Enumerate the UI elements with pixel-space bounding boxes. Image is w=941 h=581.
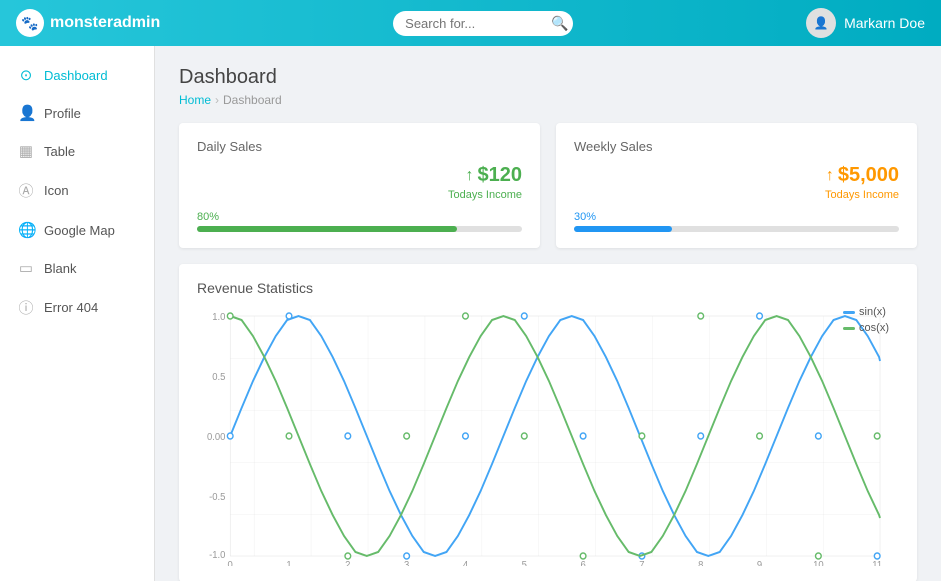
sidebar-label-blank: Blank [44, 261, 77, 276]
daily-sales-progress-bg [197, 226, 522, 232]
svg-text:-0.5: -0.5 [209, 492, 225, 503]
sidebar-item-icon[interactable]: Ⓐ Icon [0, 170, 154, 211]
weekly-sales-progress-bg [574, 226, 899, 232]
legend-cos: cos(x) [843, 322, 889, 334]
breadcrumb-sep: › [215, 93, 219, 107]
daily-sales-card: Daily Sales ↑ $120 Todays Income 80% [179, 123, 540, 248]
svg-text:1.0: 1.0 [212, 312, 226, 323]
weekly-sales-value-row: ↑ $5,000 [574, 164, 899, 187]
sidebar-label-table: Table [44, 144, 75, 159]
sidebar-item-dashboard[interactable]: ⊙ Dashboard [0, 56, 154, 94]
legend-sin-label: sin(x) [859, 306, 886, 318]
daily-sales-value-row: ↑ $120 [197, 164, 522, 187]
brand-name: monsteradmin [50, 14, 160, 32]
svg-text:7: 7 [639, 560, 644, 566]
error-icon: ⓘ [18, 297, 34, 318]
avatar: 👤 [806, 8, 836, 38]
table-icon: ▦ [18, 142, 34, 160]
svg-text:11: 11 [872, 560, 882, 566]
weekly-sales-title: Weekly Sales [574, 139, 899, 154]
sidebar-item-table[interactable]: ▦ Table [0, 132, 154, 170]
daily-sales-value: $120 [478, 164, 523, 187]
sidebar-item-profile[interactable]: 👤 Profile [0, 94, 154, 132]
sidebar-label-dashboard: Dashboard [44, 68, 108, 83]
profile-icon: 👤 [18, 104, 34, 122]
svg-text:6: 6 [580, 560, 585, 566]
sidebar-item-error404[interactable]: ⓘ Error 404 [0, 287, 154, 328]
page-title: Dashboard [179, 66, 917, 89]
dashboard-icon: ⊙ [18, 66, 34, 84]
weekly-sales-value: $5,000 [838, 164, 899, 187]
svg-text:1: 1 [286, 560, 291, 566]
legend-sin-color [843, 311, 855, 314]
svg-text:5: 5 [522, 560, 527, 566]
cards-row: Daily Sales ↑ $120 Todays Income 80% Wee… [179, 123, 917, 248]
chart-card: Revenue Statistics sin(x) cos(x) [179, 264, 917, 581]
weekly-sales-progress-fill [574, 226, 672, 232]
svg-text:0.5: 0.5 [212, 372, 225, 383]
daily-sales-title: Daily Sales [197, 139, 522, 154]
chart-legend: sin(x) cos(x) [843, 306, 889, 334]
svg-text:8: 8 [698, 560, 703, 566]
breadcrumb-home[interactable]: Home [179, 93, 211, 107]
user-area: 👤 Markarn Doe [806, 8, 925, 38]
svg-text:0: 0 [228, 560, 234, 566]
daily-sales-sub: Todays Income [197, 189, 522, 201]
main-layout: ⊙ Dashboard 👤 Profile ▦ Table Ⓐ Icon 🌐 G… [0, 46, 941, 581]
brand: 🐾 monsteradmin [16, 9, 160, 37]
sidebar-label-profile: Profile [44, 106, 81, 121]
daily-sales-progress-fill [197, 226, 457, 232]
navbar: 🐾 monsteradmin 🔍 👤 Markarn Doe [0, 0, 941, 46]
blank-icon: ▭ [18, 259, 34, 277]
svg-text:4: 4 [463, 560, 469, 566]
chart-container: sin(x) cos(x) [197, 306, 899, 566]
svg-text:9: 9 [757, 560, 762, 566]
chart-svg: 1.0 0.5 0.00 -0.5 -1.0 0 1 2 3 4 5 6 7 8… [197, 306, 899, 566]
weekly-sales-sub: Todays Income [574, 189, 899, 201]
logo-icon: 🐾 [16, 9, 44, 37]
svg-text:2: 2 [345, 560, 350, 566]
search-icon: 🔍 [551, 15, 568, 32]
breadcrumb-current: Dashboard [223, 93, 282, 107]
sidebar-label-icon: Icon [44, 183, 69, 198]
sidebar-label-error404: Error 404 [44, 300, 98, 315]
sidebar-label-google-map: Google Map [44, 223, 115, 238]
map-icon: 🌐 [18, 221, 34, 239]
weekly-sales-card: Weekly Sales ↑ $5,000 Todays Income 30% [556, 123, 917, 248]
legend-sin: sin(x) [843, 306, 889, 318]
legend-cos-color [843, 327, 855, 330]
weekly-sales-progress-label: 30% [574, 211, 899, 223]
content-area: Dashboard Home › Dashboard Daily Sales ↑… [155, 46, 941, 581]
chart-title: Revenue Statistics [197, 280, 899, 296]
sidebar: ⊙ Dashboard 👤 Profile ▦ Table Ⓐ Icon 🌐 G… [0, 46, 155, 581]
svg-text:-1.0: -1.0 [209, 550, 226, 561]
daily-sales-arrow: ↑ [466, 167, 474, 185]
legend-cos-label: cos(x) [859, 322, 889, 334]
weekly-sales-arrow: ↑ [826, 167, 834, 185]
breadcrumb: Home › Dashboard [179, 93, 917, 107]
icon-icon: Ⓐ [18, 180, 34, 201]
svg-text:3: 3 [404, 560, 409, 566]
sidebar-item-google-map[interactable]: 🌐 Google Map [0, 211, 154, 249]
svg-text:10: 10 [813, 560, 824, 566]
daily-sales-progress-label: 80% [197, 211, 522, 223]
svg-text:0.00: 0.00 [207, 432, 226, 443]
search-box[interactable]: 🔍 [393, 11, 573, 36]
search-input[interactable] [405, 16, 545, 31]
sidebar-item-blank[interactable]: ▭ Blank [0, 249, 154, 287]
user-name: Markarn Doe [844, 15, 925, 31]
